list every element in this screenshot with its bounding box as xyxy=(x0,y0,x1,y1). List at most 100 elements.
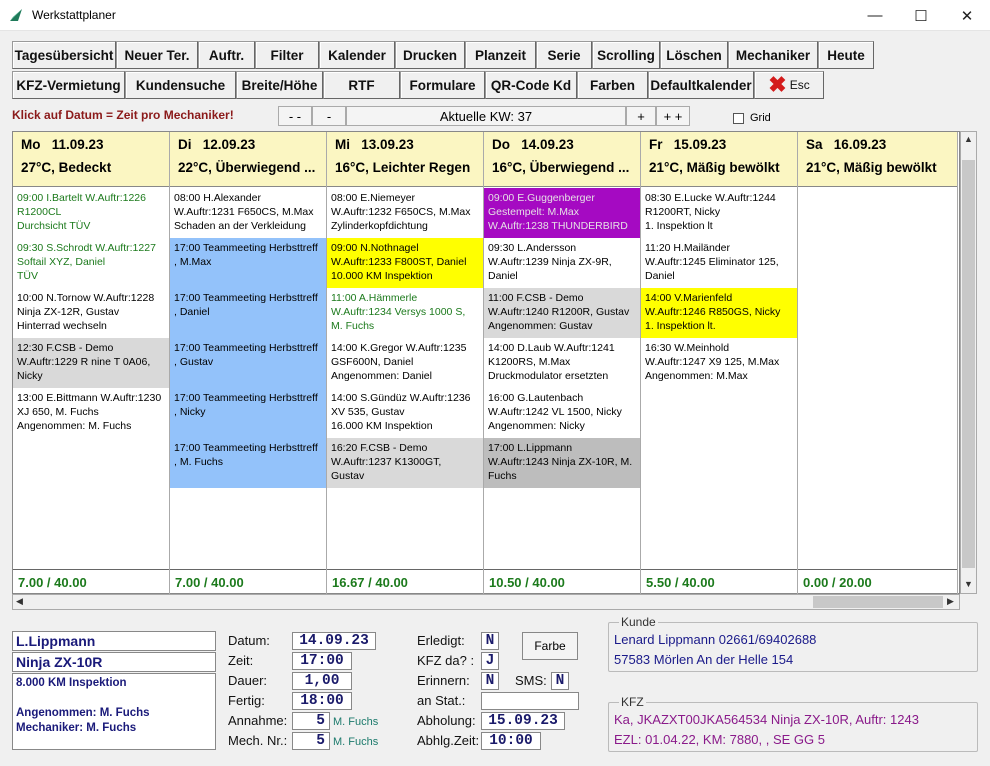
day-date[interactable]: Fr 15.09.23 xyxy=(649,137,789,159)
esc-button[interactable]: ✖ Esc xyxy=(754,71,824,99)
appointment[interactable]: 09:30 L.Andersson W.Auftr:1239 Ninja ZX-9… xyxy=(484,238,640,288)
appointment[interactable]: 10:00 N.Tornow W.Auftr:1228 Ninja ZX-12R,… xyxy=(13,288,169,338)
day-date[interactable]: Di 12.09.23 xyxy=(178,137,318,159)
datum-label: Datum: xyxy=(228,633,270,648)
appointment[interactable]: 17:00 Teammeeting Herbsttreff , Daniel xyxy=(170,288,326,338)
breite-hoehe-button[interactable]: Breite/Höhe xyxy=(236,71,323,99)
prev-prev-week-button[interactable]: - - xyxy=(278,106,312,126)
appointment[interactable]: 17:00 L.Lippmann W.Auftr:1243 Ninja ZX-10… xyxy=(484,438,640,488)
appointment[interactable]: 09:00 N.Nothnagel W.Auftr:1233 F800ST, Da… xyxy=(327,238,483,288)
appointment[interactable]: 16:20 F.CSB - Demo W.Auftr:1237 K1300GT, G… xyxy=(327,438,483,488)
day-header[interactable]: Do 14.09.23 16°C, Überwiegend ... xyxy=(484,132,640,187)
close-icon[interactable]: ✕ xyxy=(944,0,990,31)
appointment[interactable]: 16:30 W.Meinhold W.Auftr:1247 X9 125, M.M… xyxy=(641,338,797,388)
appointment[interactable]: 14:00 K.Gregor W.Auftr:1235 GSF600N, Dani… xyxy=(327,338,483,388)
mechaniker-button[interactable]: Mechaniker xyxy=(728,41,818,69)
auftrag-button[interactable]: Auftr. xyxy=(198,41,255,69)
appointment[interactable]: 08:00 E.Niemeyer W.Auftr:1232 F650CS, M.M… xyxy=(327,188,483,238)
datum-field[interactable]: 14.09.23 xyxy=(292,632,376,650)
appointment-line: 17:00 Teammeeting Herbsttreff xyxy=(174,442,318,454)
horizontal-scrollbar[interactable]: ◀ ▶ xyxy=(12,594,960,610)
formulare-button[interactable]: Formulare xyxy=(400,71,485,99)
appointment[interactable]: 08:00 H.Alexander W.Auftr:1231 F650CS, M.… xyxy=(170,188,326,238)
appointment[interactable]: 12:30 F.CSB - Demo W.Auftr:1229 R nine T … xyxy=(13,338,169,388)
sms-field[interactable]: N xyxy=(551,672,569,690)
day-column[interactable]: Fr 15.09.23 21°C, Mäßig bewölkt 08:30 E.Lu… xyxy=(641,132,798,595)
erledigt-label: Erledigt: xyxy=(417,633,465,648)
maximize-icon[interactable]: ☐ xyxy=(898,0,944,31)
appointment[interactable]: 17:00 Teammeeting Herbsttreff , M.Max xyxy=(170,238,326,288)
mech-nr-field[interactable]: 5 xyxy=(292,732,330,750)
appointment[interactable]: 11:00 A.Hämmerle W.Auftr:1234 Versys 1000… xyxy=(327,288,483,338)
appointment[interactable]: 11:20 H.Mailänder W.Auftr:1245 Eliminator… xyxy=(641,238,797,288)
an-stat-field[interactable] xyxy=(481,692,579,710)
scroll-right-icon[interactable]: ▶ xyxy=(947,596,954,607)
appointment[interactable]: 17:00 Teammeeting Herbsttreff , Gustav xyxy=(170,338,326,388)
neuer-termin-button[interactable]: Neuer Ter. xyxy=(116,41,198,69)
filter-button[interactable]: Filter xyxy=(255,41,319,69)
farbe-button[interactable]: Farbe xyxy=(522,632,578,660)
next-next-week-button[interactable]: + + xyxy=(656,106,690,126)
day-date[interactable]: Do 14.09.23 xyxy=(492,137,632,159)
appointment[interactable]: 09:00 E.Guggenberger Gestempelt: M.Max W.A… xyxy=(484,188,640,238)
appointment[interactable]: 09:30 S.Schrodt W.Auftr:1227 Softail XYZ,… xyxy=(13,238,169,288)
day-date[interactable]: Sa 16.09.23 xyxy=(806,137,949,159)
appointment[interactable]: 14:00 V.Marienfeld W.Auftr:1246 R850GS, N… xyxy=(641,288,797,338)
next-week-button[interactable]: + xyxy=(626,106,656,126)
prev-week-button[interactable]: - xyxy=(312,106,346,126)
drucken-button[interactable]: Drucken xyxy=(395,41,465,69)
appointment[interactable]: 17:00 Teammeeting Herbsttreff , Nicky xyxy=(170,388,326,438)
scroll-left-icon[interactable]: ◀ xyxy=(16,596,23,607)
horizontal-scroll-thumb[interactable] xyxy=(813,596,943,608)
appointment[interactable]: 11:00 F.CSB - Demo W.Auftr:1240 R1200R, G… xyxy=(484,288,640,338)
grid-checkbox-box[interactable] xyxy=(733,112,744,124)
scrolling-button[interactable]: Scrolling xyxy=(592,41,660,69)
kundensuche-button[interactable]: Kundensuche xyxy=(125,71,236,99)
kfz-vermietung-button[interactable]: KFZ-Vermietung xyxy=(12,71,125,99)
appointment[interactable]: 14:00 D.Laub W.Auftr:1241 K1200RS, M.Max D… xyxy=(484,338,640,388)
day-header[interactable]: Fr 15.09.23 21°C, Mäßig bewölkt xyxy=(641,132,797,187)
dauer-field[interactable]: 1,00 xyxy=(292,672,352,690)
annahme-field[interactable]: 5 xyxy=(292,712,330,730)
planzeit-button[interactable]: Planzeit xyxy=(465,41,536,69)
day-header[interactable]: Di 12.09.23 22°C, Überwiegend ... xyxy=(170,132,326,187)
minimize-icon[interactable]: — xyxy=(852,0,898,31)
day-date[interactable]: Mi 13.09.23 xyxy=(335,137,475,159)
qr-code-button[interactable]: QR-Code Kd xyxy=(485,71,577,99)
day-column[interactable]: Di 12.09.23 22°C, Überwiegend ... 08:00 H.… xyxy=(170,132,327,595)
erinnern-field[interactable]: N xyxy=(481,672,499,690)
appointment[interactable]: 17:00 Teammeeting Herbsttreff , M. Fuchs xyxy=(170,438,326,488)
grid-checkbox[interactable]: Grid xyxy=(733,112,771,124)
vertical-scroll-thumb[interactable] xyxy=(962,160,975,568)
abholung-zeit-field[interactable]: 10:00 xyxy=(481,732,541,750)
appointment[interactable]: 14:00 S.Gündüz W.Auftr:1236 XV 535, Gusta… xyxy=(327,388,483,438)
day-column[interactable]: Do 14.09.23 16°C, Überwiegend ... 09:00 E.… xyxy=(484,132,641,595)
appointment[interactable]: 16:00 G.Lautenbach W.Auftr:1242 VL 1500, … xyxy=(484,388,640,438)
defaultkalender-button[interactable]: Defaultkalender xyxy=(648,71,754,99)
day-header[interactable]: Sa 16.09.23 21°C, Mäßig bewölkt xyxy=(798,132,957,187)
day-column[interactable]: Mi 13.09.23 16°C, Leichter Regen 08:00 E.N… xyxy=(327,132,484,595)
appointment[interactable]: 09:00 I.Bartelt W.Auftr:1226 R1200CL Durch… xyxy=(13,188,169,238)
kfz-da-field[interactable]: J xyxy=(481,652,499,670)
scroll-up-icon[interactable]: ▲ xyxy=(964,134,973,144)
appointment[interactable]: 08:30 E.Lucke W.Auftr:1244 R1200RT, Nicky… xyxy=(641,188,797,238)
day-column[interactable]: Mo 11.09.23 27°C, Bedeckt 09:00 I.Bartelt … xyxy=(13,132,170,595)
heute-button[interactable]: Heute xyxy=(818,41,874,69)
appointment[interactable]: 13:00 E.Bittmann W.Auftr:1230 XJ 650, M. … xyxy=(13,388,169,438)
serie-button[interactable]: Serie xyxy=(536,41,592,69)
day-header[interactable]: Mi 13.09.23 16°C, Leichter Regen xyxy=(327,132,483,187)
scroll-down-icon[interactable]: ▼ xyxy=(964,579,973,589)
abholung-field[interactable]: 15.09.23 xyxy=(481,712,565,730)
loeschen-button[interactable]: Löschen xyxy=(660,41,728,69)
kalender-button[interactable]: Kalender xyxy=(319,41,395,69)
day-header[interactable]: Mo 11.09.23 27°C, Bedeckt xyxy=(13,132,169,187)
farben-button[interactable]: Farben xyxy=(577,71,648,99)
vertical-scrollbar[interactable]: ▲ ▼ xyxy=(960,131,977,594)
zeit-field[interactable]: 17:00 xyxy=(292,652,352,670)
tagesuebersicht-button[interactable]: Tagesübersicht xyxy=(12,41,116,69)
rtf-button[interactable]: RTF xyxy=(323,71,400,99)
day-column[interactable]: Sa 16.09.23 21°C, Mäßig bewölkt 0.00 / 20.… xyxy=(798,132,958,595)
fertig-field[interactable]: 18:00 xyxy=(292,692,352,710)
day-date[interactable]: Mo 11.09.23 xyxy=(21,137,161,159)
erledigt-field[interactable]: N xyxy=(481,632,499,650)
